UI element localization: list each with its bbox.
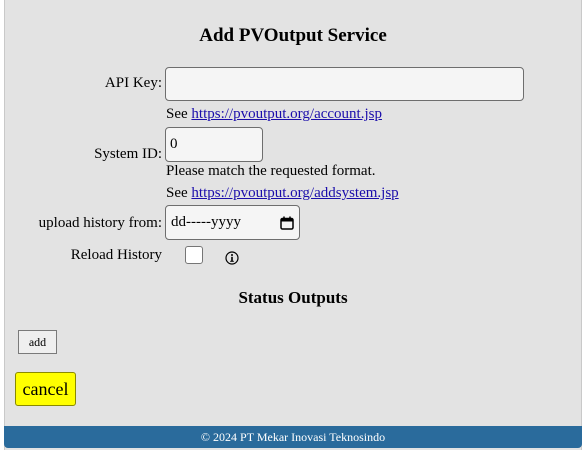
upload-history-label: upload history from: <box>38 215 162 231</box>
system-id-hint: See https://pvoutput.org/addsystem.jsp <box>166 185 399 202</box>
info-icon[interactable] <box>225 251 239 265</box>
api-key-input[interactable] <box>165 67 524 101</box>
footer: © 2024 PT Mekar Inovasi Teknosindo <box>4 426 582 448</box>
system-id-label: System ID: <box>94 146 162 162</box>
system-id-validation-message: Please match the requested format. <box>166 163 376 179</box>
calendar-icon[interactable] <box>280 216 294 230</box>
upload-history-placeholder: dd-----yyyy <box>171 214 241 230</box>
api-key-hint-prefix: See <box>166 106 192 122</box>
api-key-hint: See https://pvoutput.org/account.jsp <box>166 106 382 123</box>
api-key-label: API Key: <box>104 75 162 91</box>
add-output-button[interactable]: add <box>18 330 57 354</box>
reload-history-label: Reload History <box>70 247 162 263</box>
system-id-help-link[interactable]: https://pvoutput.org/addsystem.jsp <box>191 185 398 201</box>
form-title: Add PVOutput Service <box>199 25 387 46</box>
api-key-help-link[interactable]: https://pvoutput.org/account.jsp <box>191 106 382 122</box>
upload-history-date-input[interactable]: dd-----yyyy <box>165 205 300 240</box>
reload-history-checkbox[interactable] <box>185 246 203 264</box>
cancel-button[interactable]: cancel <box>15 372 76 406</box>
system-id-hint-prefix: See <box>166 185 192 201</box>
footer-copyright: © 2024 PT Mekar Inovasi Teknosindo <box>200 429 386 444</box>
status-outputs-title: Status Outputs <box>238 288 348 307</box>
form-panel: Add PVOutput Service API Key: See https:… <box>4 0 582 450</box>
system-id-input[interactable] <box>165 127 263 162</box>
